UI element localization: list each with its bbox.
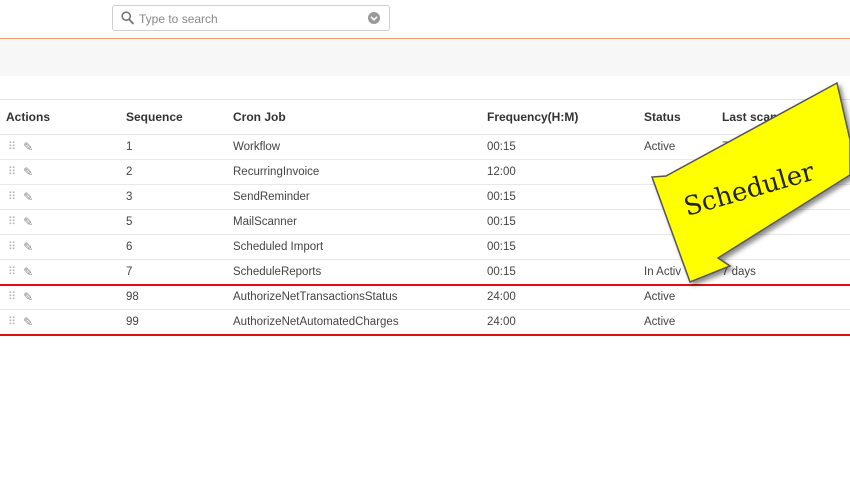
table-row[interactable]: ⠿ ✎ 5 MailScanner 00:15 [0,209,850,235]
edit-pencil-icon[interactable]: ✎ [23,266,33,278]
search-icon [121,11,134,25]
cell-frequency: 24:00 [487,284,644,310]
drag-handle-icon[interactable]: ⠿ [8,191,16,203]
header-last-scan[interactable]: Last scan sta [722,99,850,135]
table-row[interactable]: ⠿ ✎ 6 Scheduled Import 00:15 [0,234,850,260]
toolbar-band [0,39,850,76]
cell-last-scan: 7 days [722,259,850,285]
header-sequence[interactable]: Sequence [126,99,233,135]
header-frequency[interactable]: Frequency(H:M) [487,99,644,135]
row-actions: ⠿ ✎ [0,209,126,235]
cell-status [644,184,722,210]
cell-cron-job: SendReminder [233,184,487,210]
edit-pencil-icon[interactable]: ✎ [23,216,33,228]
edit-pencil-icon[interactable]: ✎ [23,241,33,253]
cell-cron-job: Scheduled Import [233,234,487,260]
cell-frequency: 12:00 [487,159,644,185]
table-row[interactable]: ⠿ ✎ 2 RecurringInvoice 12:00 [0,159,850,185]
cell-frequency: 24:00 [487,309,644,335]
row-actions: ⠿ ✎ [0,234,126,260]
drag-handle-icon[interactable]: ⠿ [8,141,16,153]
row-actions: ⠿ ✎ [0,309,126,335]
row-actions: ⠿ ✎ [0,184,126,210]
drag-handle-icon[interactable]: ⠿ [8,266,16,278]
cell-cron-job: AuthorizeNetAutomatedCharges [233,309,487,335]
cell-status [644,159,722,185]
search-box[interactable] [112,5,390,31]
table-header-row: Actions Sequence Cron Job Frequency(H:M)… [0,99,850,135]
row-actions: ⠿ ✎ [0,259,126,285]
table-row[interactable]: ⠿ ✎ 3 SendReminder 00:15 [0,184,850,210]
drag-handle-icon[interactable]: ⠿ [8,166,16,178]
table-row[interactable]: ⠿ ✎ 7 ScheduleReports 00:15 In Activ 7 d… [0,259,850,285]
table-row[interactable]: ⠿ ✎ 99 AuthorizeNetAutomatedCharges 24:0… [0,309,850,335]
cell-cron-job: Workflow [233,134,487,160]
cell-frequency: 00:15 [487,134,644,160]
cell-sequence: 3 [126,184,233,210]
search-input[interactable] [137,9,361,29]
cell-cron-job: RecurringInvoice [233,159,487,185]
cell-last-scan [722,309,850,335]
cell-sequence: 1 [126,134,233,160]
cell-last-scan [722,159,850,185]
cell-sequence: 99 [126,309,233,335]
cell-status: Active [644,309,722,335]
cell-sequence: 2 [126,159,233,185]
edit-pencil-icon[interactable]: ✎ [23,166,33,178]
cell-sequence: 6 [126,234,233,260]
header-cron-job[interactable]: Cron Job [233,99,487,135]
cell-status [644,234,722,260]
drag-handle-icon[interactable]: ⠿ [8,216,16,228]
cell-sequence: 5 [126,209,233,235]
cell-last-scan [722,184,850,210]
cell-cron-job: MailScanner [233,209,487,235]
row-actions: ⠿ ✎ [0,284,126,310]
chevron-down-icon[interactable] [367,11,381,25]
drag-handle-icon[interactable]: ⠿ [8,241,16,253]
cell-last-scan [722,234,850,260]
table-row[interactable]: ⠿ ✎ 98 AuthorizeNetTransactionsStatus 24… [0,284,850,310]
drag-handle-icon[interactable]: ⠿ [8,291,16,303]
row-actions: ⠿ ✎ [0,134,126,160]
cell-frequency: 00:15 [487,234,644,260]
cell-status: Active [644,134,722,160]
header-status[interactable]: Status [644,99,722,135]
cell-last-scan [722,284,850,310]
edit-pencil-icon[interactable]: ✎ [23,141,33,153]
edit-pencil-icon[interactable]: ✎ [23,191,33,203]
cell-sequence: 7 [126,259,233,285]
table-row[interactable]: ⠿ ✎ 1 Workflow 00:15 Active 7 [0,134,850,160]
row-actions: ⠿ ✎ [0,159,126,185]
edit-pencil-icon[interactable]: ✎ [23,291,33,303]
cell-status: Active [644,284,722,310]
cell-last-scan [722,209,850,235]
cell-frequency: 00:15 [487,259,644,285]
cell-last-scan: 7 [722,134,850,160]
cell-frequency: 00:15 [487,209,644,235]
cell-sequence: 98 [126,284,233,310]
top-bar [0,0,850,39]
cell-status [644,209,722,235]
cell-status: In Activ [644,259,722,285]
cron-table: Actions Sequence Cron Job Frequency(H:M)… [0,99,850,335]
cell-frequency: 00:15 [487,184,644,210]
header-actions: Actions [0,99,126,135]
edit-pencil-icon[interactable]: ✎ [23,316,33,328]
cell-cron-job: ScheduleReports [233,259,487,285]
cell-cron-job: AuthorizeNetTransactionsStatus [233,284,487,310]
drag-handle-icon[interactable]: ⠿ [8,316,16,328]
